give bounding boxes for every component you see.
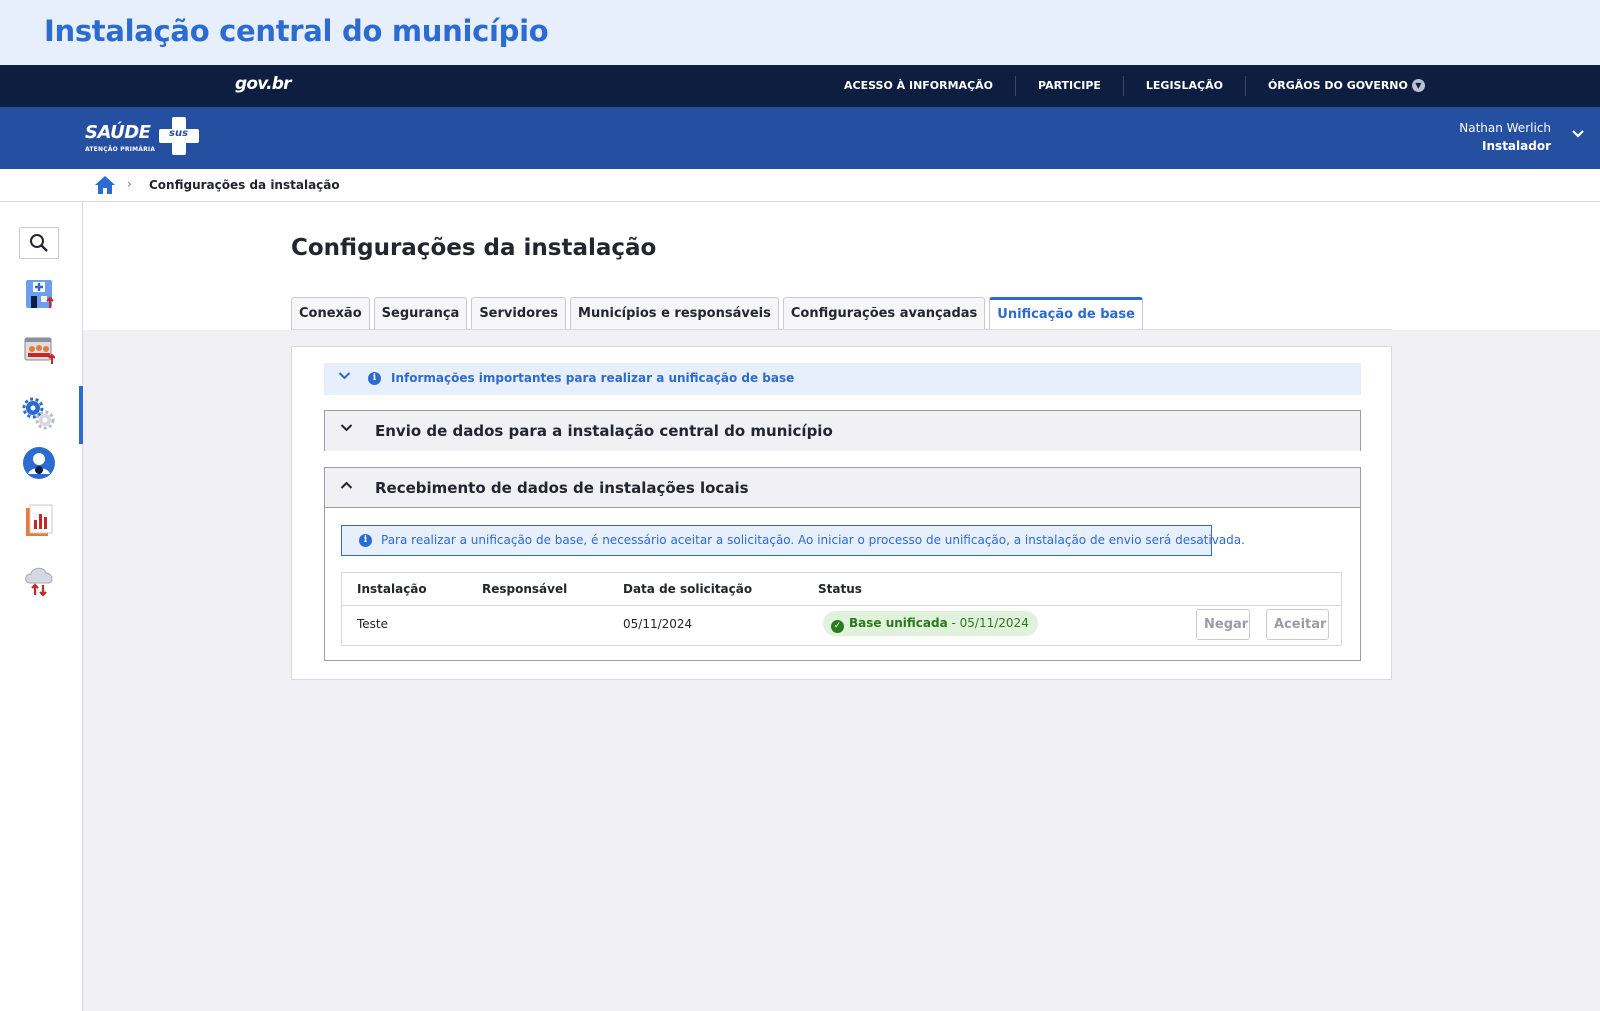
user-role: Instalador — [1482, 139, 1551, 153]
tab-servers[interactable]: Servidores — [471, 297, 567, 330]
deny-button[interactable]: Negar — [1196, 609, 1250, 640]
page-banner: Instalação central do município — [0, 0, 1600, 65]
column-request-date: Data de solicitação — [623, 582, 753, 596]
chevron-down-icon — [340, 422, 353, 437]
chevron-down-icon — [338, 370, 351, 385]
gov-link-participate[interactable]: PARTICIPE — [1015, 76, 1123, 96]
info-icon: i — [368, 372, 381, 385]
tab-advanced-settings[interactable]: Configurações avançadas — [782, 297, 986, 330]
accordion-send-header[interactable]: Envio de dados para a instalação central… — [325, 411, 1360, 451]
settings-icon[interactable] — [19, 394, 59, 434]
info-icon: i — [359, 534, 372, 547]
chevron-up-icon — [340, 479, 353, 494]
important-info-toggle[interactable]: i Informações importantes para realizar … — [324, 363, 1361, 395]
gov-link-access[interactable]: ACESSO À INFORMAÇÃO — [824, 76, 1015, 96]
column-installation: Instalação — [357, 582, 427, 596]
chevron-down-icon: ▼ — [1411, 79, 1425, 92]
important-info-label: Informações importantes para realizar a … — [391, 371, 795, 385]
status-date: - 05/11/2024 — [947, 616, 1029, 630]
breadcrumb-current: Configurações da instalação — [149, 178, 340, 192]
gov-link-legislation[interactable]: LEGISLAÇÃO — [1122, 76, 1245, 96]
gov-link-agencies[interactable]: ÓRGÃOS DO GOVERNO ▼ — [1244, 76, 1447, 96]
requests-table: Instalação Responsável Data de solicitaç… — [341, 572, 1342, 646]
cell-installation: Teste — [357, 617, 389, 631]
reports-icon[interactable] — [19, 501, 59, 541]
esus-logo[interactable]: SAÚDE ATENÇÃO PRIMÁRIA sus — [85, 117, 203, 159]
tab-connection[interactable]: Conexão — [291, 297, 370, 330]
column-status: Status — [818, 582, 862, 596]
check-circle-icon: ✓ — [831, 620, 844, 633]
gov-links: ACESSO À INFORMAÇÃO PARTICIPE LEGISLAÇÃO… — [824, 65, 1447, 107]
alert-text: Para realizar a unificação de base, é ne… — [381, 533, 1245, 547]
column-responsible: Responsável — [482, 582, 568, 596]
tab-municipalities[interactable]: Municípios e responsáveis — [570, 297, 779, 330]
tab-bar: Conexão Segurança Servidores Municípios … — [291, 297, 1147, 330]
app-header: SAÚDE ATENÇÃO PRIMÁRIA sus Nathan Werlic… — [0, 107, 1600, 169]
installation-title: Instalação central do município — [44, 14, 549, 48]
gov-logo[interactable]: gov.br — [235, 74, 292, 94]
reception-icon[interactable] — [19, 330, 59, 370]
chevron-right-icon: › — [127, 177, 132, 191]
status-label: Base unificada — [849, 616, 948, 630]
accordion-receive-title: Recebimento de dados de instalações loca… — [375, 479, 749, 497]
breadcrumb: › Configurações da instalação — [0, 169, 1600, 202]
status-badge: ✓ Base unificada - 05/11/2024 — [823, 611, 1038, 636]
main-content: Configurações da instalação Conexão Segu… — [83, 202, 1600, 1011]
cloud-sync-icon[interactable] — [19, 560, 59, 600]
unification-alert: i Para realizar a unificação de base, é … — [341, 525, 1245, 556]
accordion-receive-data: Recebimento de dados de instalações loca… — [324, 467, 1361, 661]
unification-panel: i Informações importantes para realizar … — [291, 346, 1392, 680]
cell-request-date: 05/11/2024 — [623, 617, 693, 631]
search-icon[interactable] — [19, 227, 59, 259]
brand-badge: sus — [169, 128, 189, 139]
health-unit-icon[interactable] — [19, 274, 59, 314]
chevron-down-icon[interactable] — [1568, 125, 1588, 145]
user-name: Nathan Werlich — [1459, 121, 1551, 135]
tab-security[interactable]: Segurança — [373, 297, 468, 330]
gov-bar: gov.br ACESSO À INFORMAÇÃO PARTICIPE LEG… — [0, 65, 1600, 107]
page-title: Configurações da instalação — [291, 235, 657, 261]
accordion-send-title: Envio de dados para a instalação central… — [375, 422, 833, 440]
brand-subtitle: ATENÇÃO PRIMÁRIA — [85, 146, 156, 153]
sidebar — [0, 202, 83, 1011]
tab-base-unification[interactable]: Unificação de base — [989, 297, 1143, 330]
accept-button[interactable]: Aceitar — [1266, 609, 1329, 640]
accordion-send-data: Envio de dados para a instalação central… — [324, 410, 1361, 451]
home-icon[interactable] — [94, 175, 116, 195]
user-account-icon[interactable] — [19, 443, 59, 483]
user-menu[interactable]: Nathan Werlich Instalador — [1459, 119, 1551, 155]
tabs-divider — [291, 329, 1392, 330]
gov-link-agencies-label: ÓRGÃOS DO GOVERNO — [1267, 79, 1408, 92]
table-header: Instalação Responsável Data de solicitaç… — [342, 573, 1341, 606]
accordion-receive-header[interactable]: Recebimento de dados de instalações loca… — [325, 468, 1360, 508]
brand-name: SAÚDE — [85, 122, 151, 143]
